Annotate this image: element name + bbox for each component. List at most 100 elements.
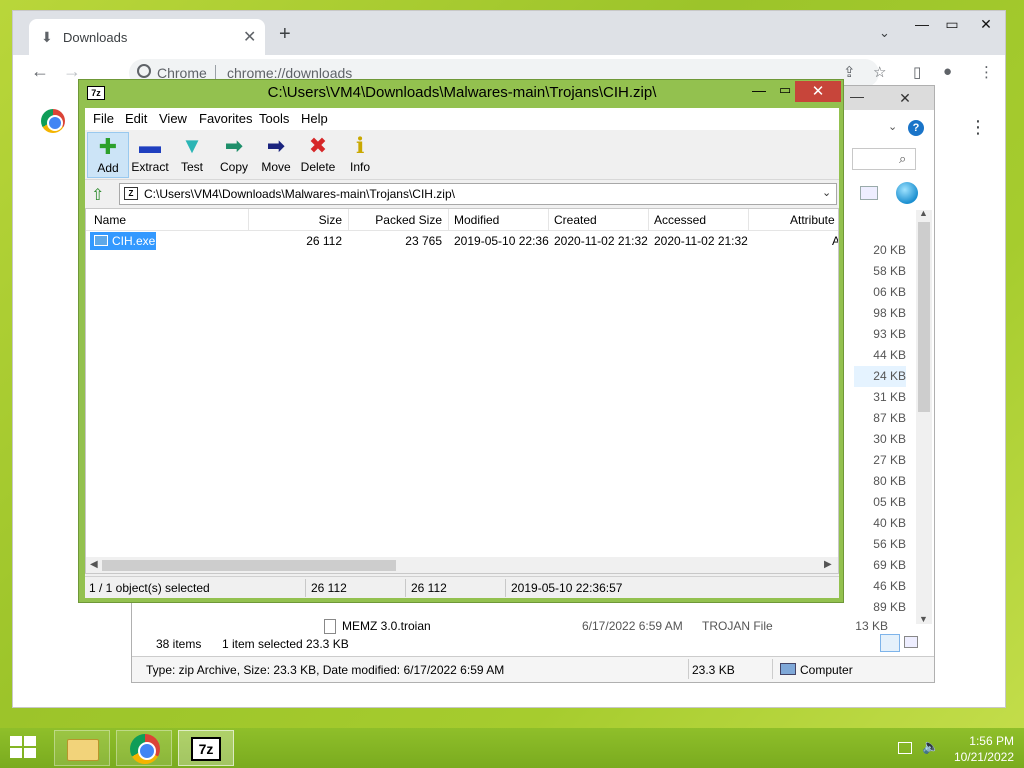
path-combobox[interactable]: Z C:\Users\VM4\Downloads\Malwares-main\T… [119, 183, 837, 205]
explorer-minimize-button[interactable]: — [850, 88, 864, 104]
move-button[interactable]: ➡ Move [255, 132, 297, 178]
extract-button[interactable]: ▬ Extract [129, 132, 171, 178]
menu-file[interactable]: File [93, 111, 114, 126]
file-size: 69 KB [873, 558, 906, 572]
explorer-search-input[interactable]: ⌕ [852, 148, 916, 170]
explorer-close-button[interactable]: ✕ [884, 88, 926, 108]
column-divider[interactable] [748, 209, 749, 231]
taskbar: 7z 🔈 1:56 PM 10/21/2022 [0, 728, 1024, 768]
chrome-close-button[interactable]: ✕ [969, 13, 1003, 35]
downloads-more-icon[interactable]: ⋮ [969, 117, 987, 138]
kebab-menu-icon[interactable]: ⋮ [979, 63, 994, 81]
volume-icon[interactable]: 🔈 [922, 738, 939, 755]
status-modified: 2019-05-10 22:36:57 [511, 581, 623, 595]
tab-downloads[interactable]: ⬇ Downloads ✕ [29, 19, 265, 55]
table-row[interactable]: CIH.exe 26 112 23 765 2019-05-10 22:36 2… [86, 231, 838, 251]
column-divider[interactable] [648, 209, 649, 231]
large-icons-view-button[interactable] [904, 636, 918, 648]
column-divider[interactable] [448, 209, 449, 231]
explorer-vertical-scrollbar[interactable]: ▲ ▼ [916, 208, 932, 624]
details-location: Computer [800, 663, 853, 677]
menu-tools[interactable]: Tools [259, 111, 289, 126]
column-name[interactable]: Name [94, 213, 126, 227]
selected-count: 1 item selected [222, 637, 303, 651]
details-size: 23.3 KB [692, 663, 735, 677]
menu-favorites[interactable]: Favorites [199, 111, 252, 126]
divider [505, 579, 506, 597]
chrome-maximize-button[interactable]: ▭ [935, 13, 969, 35]
column-created[interactable]: Created [554, 213, 597, 227]
sevenzip-close-button[interactable]: ✕ [795, 81, 841, 102]
network-icon[interactable] [898, 742, 912, 754]
divider [772, 659, 773, 679]
copy-label: Copy [219, 160, 248, 174]
file-name[interactable]: CIH.exe [112, 234, 155, 248]
sevenzip-minimize-button[interactable]: — [749, 82, 769, 98]
scroll-thumb[interactable] [102, 560, 396, 571]
scroll-down-icon[interactable]: ▼ [919, 614, 928, 624]
horizontal-scrollbar[interactable]: ◀ ▶ [86, 557, 838, 573]
sevenzip-window: 7z C:\Users\VM4\Downloads\Malwares-main\… [78, 79, 844, 603]
column-packed-size[interactable]: Packed Size [348, 213, 442, 227]
scroll-right-icon[interactable]: ▶ [824, 559, 832, 570]
column-divider[interactable] [548, 209, 549, 231]
clock-time[interactable]: 1:56 PM [940, 734, 1014, 748]
share-icon[interactable]: ⇪ [843, 63, 856, 81]
file-date: 6/17/2022 6:59 AM [582, 619, 683, 633]
copy-button[interactable]: ➡ Copy [213, 132, 255, 178]
path-text[interactable]: C:\Users\VM4\Downloads\Malwares-main\Tro… [144, 187, 455, 201]
help-icon[interactable]: ? [908, 120, 924, 136]
column-accessed[interactable]: Accessed [654, 213, 706, 227]
file-size: 30 KB [873, 432, 906, 446]
scroll-left-icon[interactable]: ◀ [90, 559, 98, 570]
tab-close-icon[interactable]: ✕ [243, 27, 256, 47]
scroll-up-icon[interactable]: ▲ [919, 208, 928, 218]
menu-edit[interactable]: Edit [125, 111, 147, 126]
column-size[interactable]: Size [248, 213, 342, 227]
ribbon-expand-icon[interactable]: ⌄ [888, 120, 897, 133]
menu-help[interactable]: Help [301, 111, 328, 126]
new-tab-button[interactable]: + [279, 23, 291, 46]
file-icon [324, 619, 336, 634]
taskbar-7zip[interactable]: 7z [178, 730, 234, 766]
file-size: 58 KB [873, 264, 906, 278]
test-icon: ▼ [181, 133, 203, 158]
column-attributes[interactable]: Attribute [790, 213, 835, 227]
add-label: Add [97, 161, 119, 175]
file-size: 27 KB [873, 453, 906, 467]
taskbar-chrome[interactable] [116, 730, 172, 766]
file-list[interactable]: Name Size Packed Size Modified Created A… [85, 208, 839, 574]
file-size: 20 KB [873, 243, 906, 257]
divider [688, 659, 689, 679]
sevenzip-maximize-button[interactable]: ▭ [775, 82, 795, 98]
details-view-button[interactable] [880, 634, 900, 652]
info-button[interactable]: ℹ Info [339, 132, 381, 178]
windows-start-icon[interactable] [10, 736, 38, 760]
chrome-minimize-button[interactable]: — [905, 13, 939, 35]
add-button[interactable]: ✚ Add [87, 132, 129, 178]
star-icon[interactable]: ☆ [873, 63, 886, 81]
back-arrow-icon[interactable]: ← [31, 61, 49, 82]
preview-pane-icon[interactable] [860, 186, 878, 200]
taskbar-file-explorer[interactable] [54, 730, 110, 766]
explorer-status-bar: 38 items 1 item selected 23.3 KB [132, 634, 934, 654]
file-size: 06 KB [873, 285, 906, 299]
add-icon: ✚ [98, 134, 118, 159]
file-type: TROJAN File [702, 619, 773, 633]
folder-up-icon[interactable]: ⇧ [91, 185, 104, 205]
test-button[interactable]: ▼ Test [171, 132, 213, 178]
scroll-thumb[interactable] [918, 222, 930, 412]
profile-icon[interactable]: ● [943, 63, 952, 80]
menu-view[interactable]: View [159, 111, 187, 126]
chevron-down-icon[interactable]: ⌄ [822, 186, 831, 199]
site-info-icon[interactable] [137, 64, 151, 78]
menu-bar: File Edit View Favorites Tools Help [85, 108, 839, 130]
delete-button[interactable]: ✖ Delete [297, 132, 339, 178]
clock-date[interactable]: 10/21/2022 [940, 750, 1014, 764]
tab-search-icon[interactable]: ⌄ [879, 25, 890, 41]
sidebar-icon[interactable]: ▯ [913, 63, 921, 81]
file-accessed: 2020-11-02 21:32 [654, 234, 748, 248]
column-modified[interactable]: Modified [454, 213, 499, 227]
file-size: 24 KB [854, 366, 906, 387]
file-size: 93 KB [873, 327, 906, 341]
